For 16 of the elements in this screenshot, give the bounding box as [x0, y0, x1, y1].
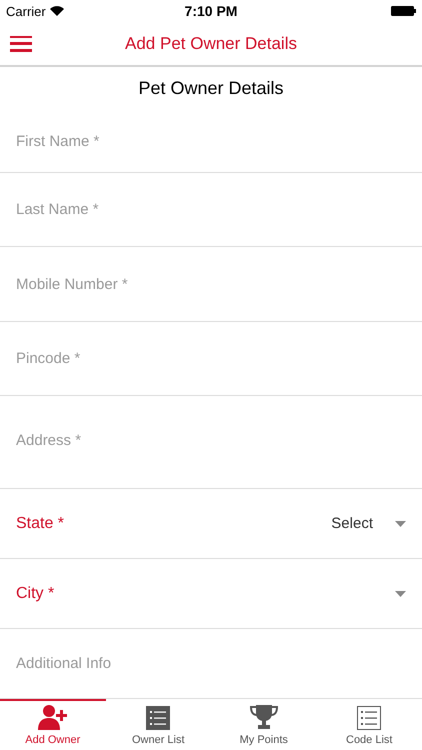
section-title: Pet Owner Details	[138, 78, 284, 99]
caret-icon	[395, 590, 406, 596]
dropdown[interactable]: Select	[331, 508, 406, 538]
field-label: City *	[16, 584, 56, 602]
battery-icon	[390, 6, 416, 16]
carrier-label: Carrier	[6, 4, 46, 18]
person-add-icon	[38, 704, 68, 730]
trophy-icon	[250, 704, 278, 730]
checklist-icon	[357, 706, 382, 730]
field-label: State *	[16, 514, 66, 532]
caret-icon	[395, 520, 406, 526]
list-icon	[146, 706, 170, 730]
wifi-icon	[50, 6, 64, 16]
menu-button[interactable]	[10, 36, 32, 52]
screen-title: Add Pet Owner Details	[124, 34, 298, 54]
clock: 7:10 PM	[184, 3, 238, 19]
